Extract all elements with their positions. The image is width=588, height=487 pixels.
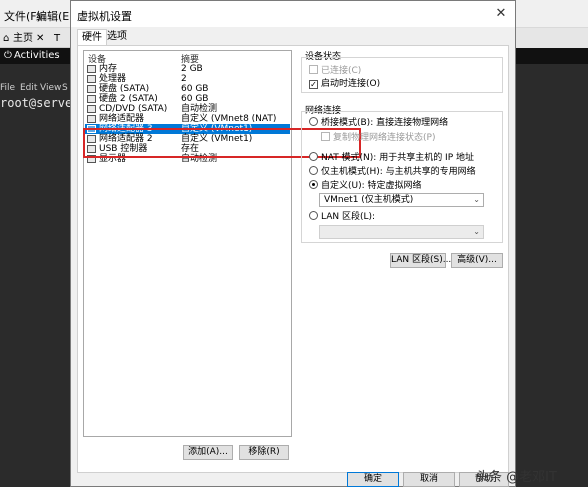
advanced-button[interactable]: 高级(V)...	[451, 253, 503, 268]
connected-checkbox[interactable]: 已连接(C)	[309, 65, 361, 76]
chevron-down-icon: ⌄	[473, 227, 480, 236]
connect-at-poweron-label: 启动时连接(O)	[321, 79, 381, 89]
connected-label: 已连接(C)	[321, 66, 362, 76]
device-summary: 自定义 (VMnet8 (NAT)	[181, 114, 277, 124]
activities-label[interactable]: Activities	[14, 48, 60, 64]
terminal-menubar: File Edit View S	[0, 82, 70, 95]
device-row[interactable]: 硬盘 2 (SATA) 60 GB	[85, 94, 290, 104]
host-only-label: 仅主机模式(H): 与主机共享的专用网络	[321, 167, 476, 177]
ok-button[interactable]: 确定	[347, 472, 399, 487]
device-name: CD/DVD (SATA)	[99, 104, 168, 114]
lan-segment-select[interactable]: ⌄	[319, 225, 484, 239]
chevron-down-icon: ⌄	[473, 195, 480, 204]
device-name: 网络适配器	[99, 114, 145, 124]
network-icon	[87, 115, 96, 123]
close-icon[interactable]: ✕	[36, 31, 44, 46]
network-connection-group	[301, 111, 503, 243]
vm-settings-dialog: 虚拟机设置 ✕ 硬件 选项 设备 摘要 内存 2 GB 处理器 2 硬盘 (SATA) 6…	[70, 0, 516, 487]
cdrom-icon	[87, 105, 96, 113]
dialog-titlebar[interactable]: 虚拟机设置 ✕	[71, 1, 515, 27]
bridged-radio[interactable]: 桥接模式(B): 直接连接物理网络	[309, 117, 448, 128]
host-right-terminal	[516, 28, 588, 487]
bridged-label: 桥接模式(B): 直接连接物理网络	[321, 118, 449, 128]
custom-network-select[interactable]: VMnet1 (仅主机模式) ⌄	[319, 193, 484, 207]
processor-icon	[87, 75, 96, 83]
device-summary: 2 GB	[181, 64, 203, 74]
custom-network-value: VMnet1 (仅主机模式)	[324, 195, 414, 205]
close-icon[interactable]: ✕	[487, 1, 515, 27]
device-summary: 60 GB	[181, 84, 209, 94]
device-name: 处理器	[99, 74, 127, 84]
host-tab-home[interactable]: 主页	[13, 31, 33, 46]
device-summary: 自动检测	[181, 104, 218, 114]
device-row[interactable]: CD/DVD (SATA) 自动检测	[85, 104, 290, 114]
terminal-menu-file[interactable]: File	[0, 83, 15, 93]
terminal-menu-view[interactable]: View	[40, 83, 61, 93]
lan-segment-label: LAN 区段(L):	[321, 212, 376, 222]
replicate-state-checkbox[interactable]: 复制物理网络连接状态(P)	[321, 132, 435, 143]
device-name: 内存	[99, 64, 118, 74]
device-name: 硬盘 2 (SATA)	[99, 94, 158, 104]
memory-icon	[87, 65, 96, 73]
nat-radio[interactable]: NAT 模式(N): 用于共享主机的 IP 地址	[309, 152, 474, 163]
host-right-toolbar	[516, 28, 588, 48]
radio-icon	[309, 211, 318, 220]
add-device-button[interactable]: 添加(A)...	[183, 445, 233, 460]
checkbox-icon	[309, 65, 318, 74]
host-right-gnome	[516, 48, 588, 64]
terminal-menu-s[interactable]: S	[62, 83, 68, 93]
disk-icon	[87, 95, 96, 103]
terminal-prompt: root@serve	[0, 96, 70, 110]
cancel-button[interactable]: 取消	[403, 472, 455, 487]
disk-icon	[87, 85, 96, 93]
device-name: 硬盘 (SATA)	[99, 84, 150, 94]
power-icon: ⏻	[4, 50, 12, 61]
device-list-header: 设备 摘要	[84, 51, 291, 65]
watermark-text: 头条 @老邓IT	[476, 470, 557, 485]
radio-icon	[309, 117, 318, 126]
custom-radio[interactable]: 自定义(U): 特定虚拟网络	[309, 180, 422, 191]
device-row[interactable]: 内存 2 GB	[85, 64, 290, 74]
host-tabbar: ⌂ 主页 ✕ T	[0, 28, 70, 48]
replicate-state-label: 复制物理网络连接状态(P)	[333, 133, 436, 143]
connect-at-poweron-checkbox[interactable]: ✓ 启动时连接(O)	[309, 79, 380, 89]
host-tab-t[interactable]: T	[54, 31, 60, 46]
device-list: 设备 摘要 内存 2 GB 处理器 2 硬盘 (SATA) 60 GB 硬盘 2 (SATA…	[83, 50, 292, 437]
device-row[interactable]: 处理器 2	[85, 74, 290, 84]
lan-segment-radio[interactable]: LAN 区段(L):	[309, 211, 375, 222]
remove-device-button[interactable]: 移除(R)	[239, 445, 289, 460]
device-summary: 60 GB	[181, 94, 209, 104]
checkbox-icon	[321, 132, 330, 141]
checkmark-icon: ✓	[309, 80, 318, 89]
nat-label: NAT 模式(N): 用于共享主机的 IP 地址	[321, 153, 475, 163]
dialog-title: 虚拟机设置	[77, 10, 132, 23]
host-menu-edit[interactable]: 编辑(E)	[36, 8, 74, 24]
device-row[interactable]: 硬盘 (SATA) 60 GB	[85, 84, 290, 94]
gnome-topbar: ⏻ Activities	[0, 48, 70, 64]
device-summary: 2	[181, 74, 187, 84]
custom-label: 自定义(U): 特定虚拟网络	[321, 181, 422, 191]
host-only-radio[interactable]: 仅主机模式(H): 与主机共享的专用网络	[309, 166, 476, 177]
radio-icon	[309, 152, 318, 161]
home-icon: ⌂	[3, 33, 10, 44]
terminal-menu-edit[interactable]: Edit	[20, 83, 37, 93]
device-row[interactable]: 网络适配器 自定义 (VMnet8 (NAT)	[85, 114, 290, 124]
radio-selected-icon	[309, 180, 318, 189]
lan-segments-button[interactable]: LAN 区段(S)...	[390, 253, 451, 268]
radio-icon	[309, 166, 318, 175]
tab-options[interactable]: 选项	[103, 29, 131, 45]
